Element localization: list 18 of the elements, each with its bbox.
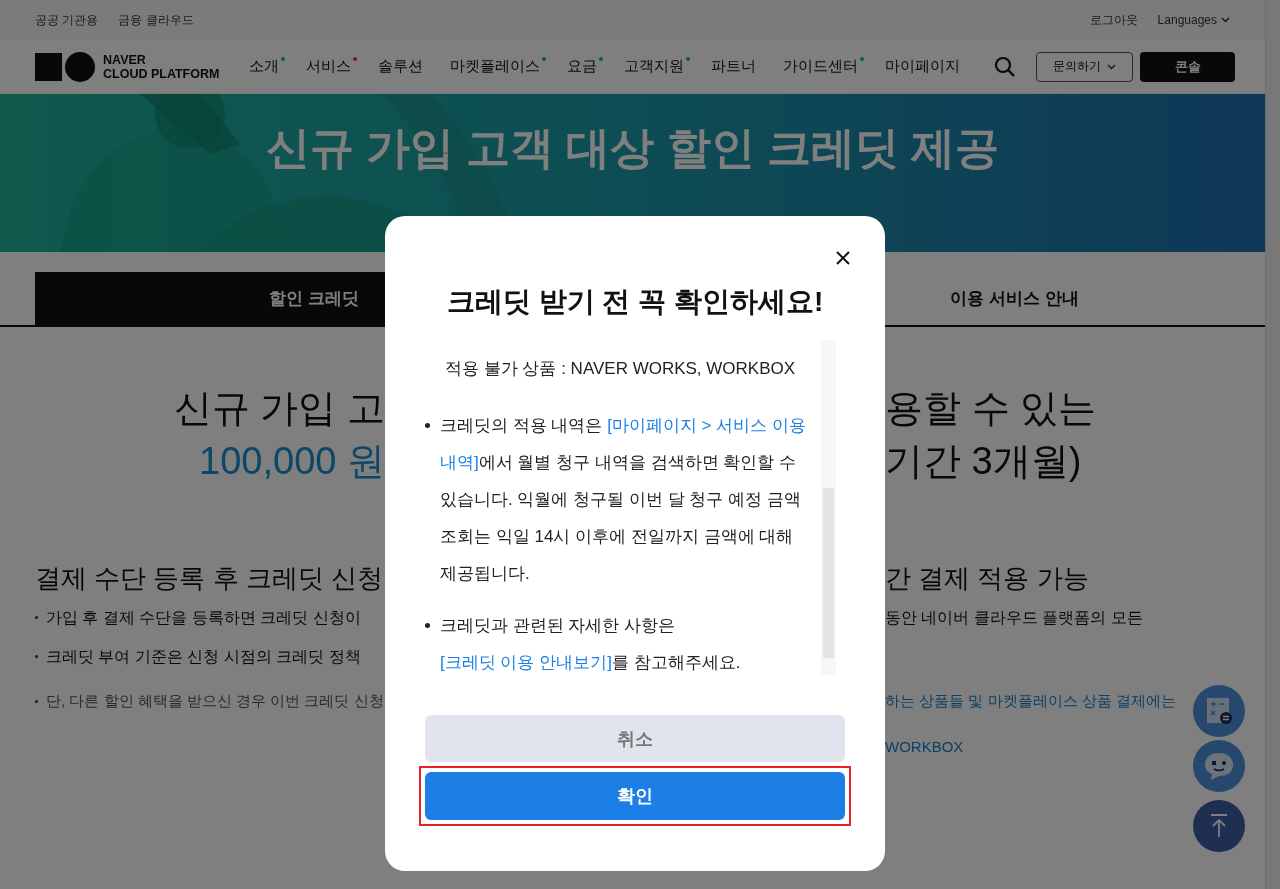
logo-text: NAVER	[103, 52, 147, 67]
paragraph: 크레딧의 적용 내역은 [마이페이지 > 서비스 이용 내역]에서 월별 청구 내역을 검색하면 확인할 수 있습니다. 익월에 청구될 이번 달 청구 예정 금액 조회는 익일 14시 이후에 전일까지 금액에 대해 제공됩니다.	[440, 415, 807, 585]
body-text: 하는 상품들 및 마켓플레이스 상품 결제에는	[885, 691, 1176, 711]
body-text: 단, 다른 할인 혜택을 받으신 경우 이번 크레딧 신청	[46, 691, 384, 711]
body-text: 동안 네이버 클라우드 플랫폼의 모든	[885, 608, 1143, 628]
headline-text: 용할 수 있는	[885, 387, 1097, 429]
section-heading: 결제 수단 등록 후 크레딧 신청	[35, 563, 384, 593]
headline-text: 기간 3개월)	[885, 440, 1082, 482]
body-text: WORKBOX	[885, 738, 964, 755]
body-text: 크레딧 부여 기준은 신청 시점의 크레딧 정책	[46, 647, 361, 667]
body-text: 가입 후 결제 수단을 등록하면 크레딧 신청이	[46, 608, 361, 628]
headline-text: 신규 가입 고	[173, 387, 385, 429]
section-heading: 간 결제 적용 가능	[885, 563, 1089, 593]
paragraph: 크레딧과 관련된 자세한 사항은 [크레딧 이용 안내보기]를 참고해주세요.	[440, 615, 742, 674]
headline-text: 100,000 원	[199, 440, 385, 482]
logo-text: CLOUD PLATFORM	[103, 66, 220, 81]
paragraph: 적용 불가 상품 : NAVER WORKS, WORKBOX	[445, 358, 796, 380]
banner-title: 신규 가입 고객 대상 할인 크레딧 제공	[264, 122, 1001, 174]
